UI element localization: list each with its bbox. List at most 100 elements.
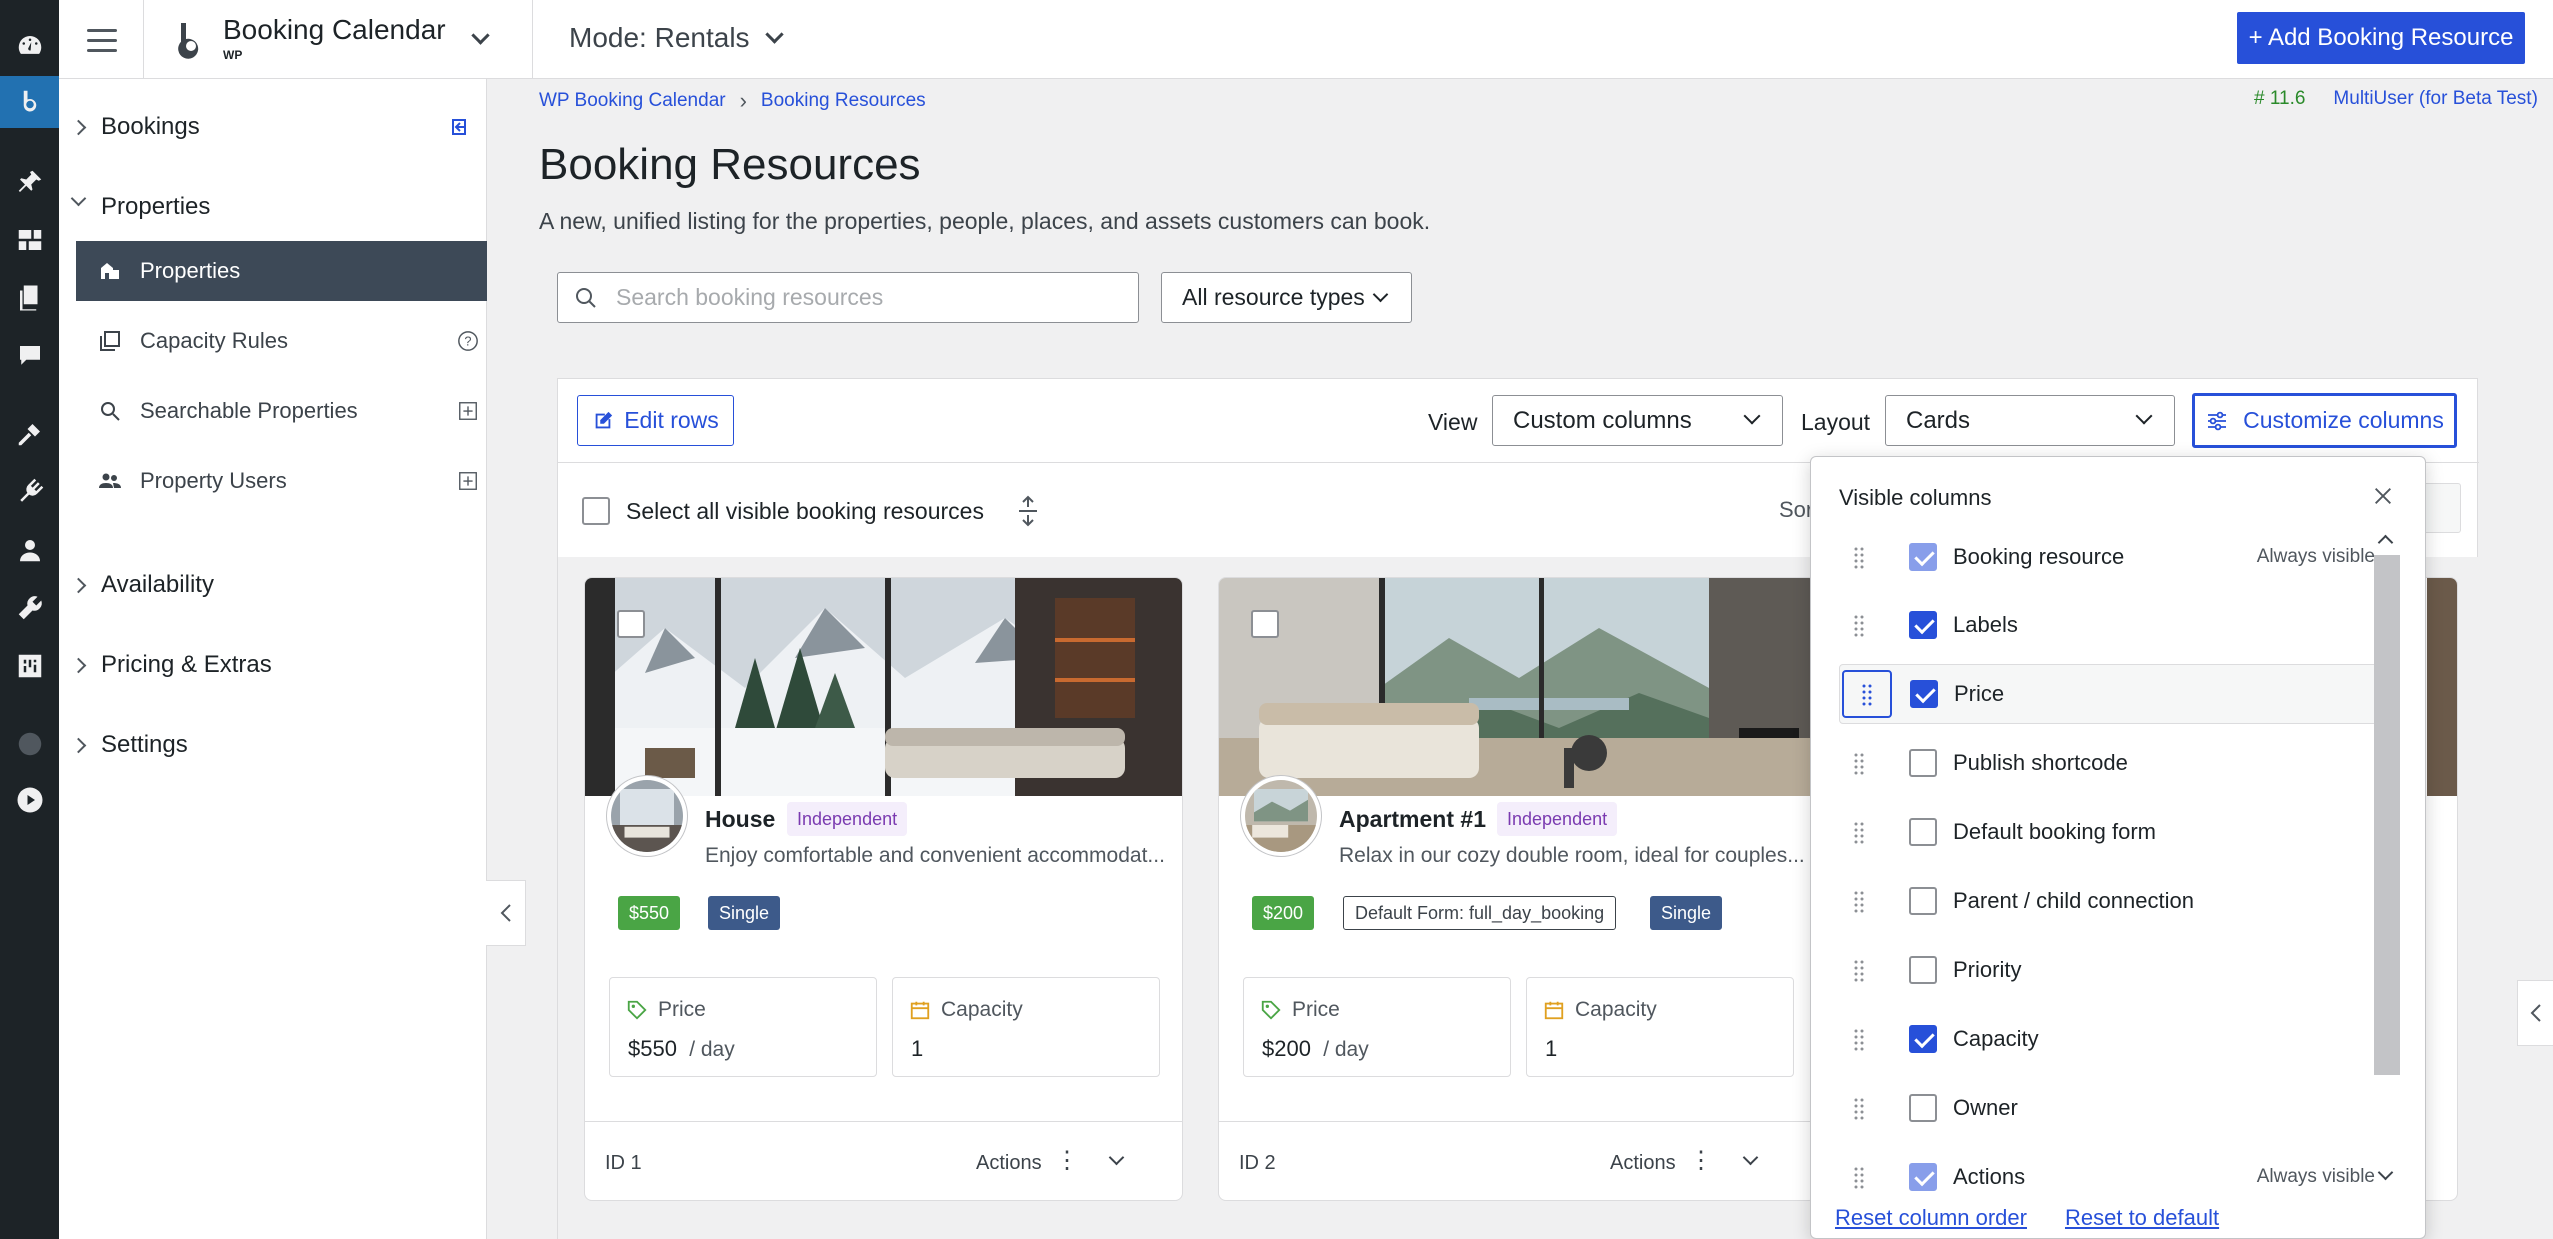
collapse-sidebar-tab[interactable] (486, 880, 526, 946)
select-all-row[interactable]: Select all visible booking resources (582, 495, 1040, 527)
add-booking-resource-button[interactable]: + Add Booking Resource (2237, 12, 2525, 64)
nav-group-properties[interactable]: Properties (59, 189, 487, 225)
nav-group-bookings[interactable]: Bookings (59, 109, 487, 145)
play-icon[interactable] (0, 774, 59, 826)
breadcrumb-current-link[interactable]: Booking Resources (761, 90, 926, 112)
nav-group-pricing[interactable]: Pricing & Extras (59, 647, 487, 683)
scroll-up-icon[interactable] (2377, 534, 2394, 551)
view-select[interactable]: Custom columns (1492, 395, 1783, 446)
column-row-price[interactable]: Price (1839, 664, 2381, 724)
price-stat-title: Price (1260, 998, 1340, 1022)
price-pill: $550 (618, 896, 681, 930)
help-icon[interactable]: ? (457, 330, 479, 352)
plugins-icon[interactable] (0, 466, 59, 518)
reset-to-default-link[interactable]: Reset to default (2065, 1205, 2219, 1231)
column-checkbox[interactable] (1909, 818, 1937, 846)
column-checkbox (1909, 543, 1937, 571)
chevron-down-icon[interactable] (1742, 1149, 1759, 1166)
drag-handle-icon[interactable] (1853, 1165, 1865, 1189)
customize-columns-button[interactable]: Customize columns (2192, 393, 2457, 448)
drag-handle-icon[interactable] (1853, 545, 1865, 569)
edit-rows-button[interactable]: Edit rows (577, 395, 734, 446)
select-all-checkbox[interactable] (582, 497, 610, 525)
resource-name[interactable]: House (705, 806, 775, 833)
more-actions-icon[interactable]: ⋮ (1689, 1146, 1713, 1175)
column-checkbox[interactable] (1909, 1094, 1937, 1122)
expand-rows-icon[interactable] (1016, 495, 1040, 527)
search-icon (101, 402, 120, 421)
dashboard-icon[interactable] (0, 20, 59, 72)
resource-name[interactable]: Apartment #1 (1339, 806, 1486, 833)
settings-admin-icon[interactable] (0, 640, 59, 692)
sidebar-item-label: Capacity Rules (140, 328, 288, 353)
collapse-sidebar-icon[interactable] (449, 115, 473, 139)
scroll-down-icon[interactable] (2377, 1164, 2394, 1181)
drag-handle-icon[interactable] (1853, 751, 1865, 775)
column-row-capacity[interactable]: Capacity (1839, 1009, 2381, 1069)
menu-toggle-icon[interactable] (59, 20, 119, 60)
layout-select[interactable]: Cards (1885, 395, 2175, 446)
scrollbar-thumb[interactable] (2374, 555, 2400, 1075)
search-input[interactable] (616, 284, 1096, 311)
brand[interactable]: Booking Calendar WP (171, 16, 490, 62)
media-icon[interactable] (0, 214, 59, 266)
card-select-checkbox[interactable] (1251, 610, 1279, 638)
column-checkbox[interactable] (1909, 887, 1937, 915)
sidebar-item-properties[interactable]: Properties (76, 241, 487, 301)
chevron-down-icon[interactable] (1108, 1149, 1125, 1166)
drag-handle-icon[interactable] (1853, 820, 1865, 844)
visible-columns-popover: Visible columns Booking resource Always … (1810, 456, 2426, 1239)
globe-icon[interactable] (0, 718, 59, 770)
edition-link[interactable]: MultiUser (for Beta Test) (2333, 88, 2537, 110)
more-actions-icon[interactable]: ⋮ (1055, 1146, 1079, 1175)
breadcrumb-root-link[interactable]: WP Booking Calendar (539, 90, 726, 112)
add-icon[interactable] (457, 470, 479, 492)
mode-selector[interactable]: Mode: Rentals (569, 22, 784, 54)
layout-value: Cards (1906, 406, 1971, 434)
card-select-checkbox[interactable] (617, 610, 645, 638)
drag-handle-icon[interactable] (1853, 1096, 1865, 1120)
drag-handle-icon[interactable] (1853, 613, 1865, 637)
column-row-priority[interactable]: Priority (1839, 940, 2381, 1000)
sidebar-item-capacity-rules[interactable]: Capacity Rules ? (76, 311, 487, 371)
column-name: Publish shortcode (1953, 750, 2128, 775)
resource-type-select[interactable]: All resource types (1161, 272, 1412, 323)
add-icon[interactable] (457, 400, 479, 422)
drag-handle-icon[interactable] (1853, 958, 1865, 982)
column-checkbox[interactable] (1909, 611, 1937, 639)
drag-handle-icon[interactable] (1853, 889, 1865, 913)
users-admin-icon[interactable] (0, 524, 59, 576)
booking-calendar-icon[interactable] (0, 76, 59, 128)
popover-scrollbar[interactable] (2374, 529, 2400, 1189)
chevron-down-icon (1372, 286, 1389, 303)
column-checkbox[interactable] (1909, 749, 1937, 777)
column-row-parent-child[interactable]: Parent / child connection (1839, 871, 2381, 931)
search-box[interactable] (557, 272, 1139, 323)
pin-icon[interactable] (0, 156, 59, 208)
column-checkbox[interactable] (1909, 956, 1937, 984)
appearance-icon[interactable] (0, 408, 59, 460)
actions-label[interactable]: Actions (976, 1152, 1042, 1175)
column-row-publish-shortcode[interactable]: Publish shortcode (1839, 733, 2381, 793)
nav-group-settings[interactable]: Settings (59, 727, 487, 763)
open-right-panel-tab[interactable] (2517, 980, 2553, 1046)
sort-label[interactable]: Sor (1779, 497, 1813, 523)
close-icon[interactable] (2372, 485, 2394, 507)
column-row-default-booking-form[interactable]: Default booking form (1839, 802, 2381, 862)
column-checkbox[interactable] (1910, 680, 1938, 708)
column-checkbox[interactable] (1909, 1025, 1937, 1053)
sidebar-item-property-users[interactable]: Property Users (76, 451, 487, 511)
drag-handle-icon[interactable] (1842, 670, 1892, 718)
nav-group-availability[interactable]: Availability (59, 567, 487, 603)
drag-handle-icon[interactable] (1853, 1027, 1865, 1051)
sidebar-item-searchable-properties[interactable]: Searchable Properties (76, 381, 487, 441)
select-all-label: Select all visible booking resources (626, 497, 984, 524)
actions-label[interactable]: Actions (1610, 1152, 1676, 1175)
comments-icon[interactable] (0, 330, 59, 382)
column-row-labels[interactable]: Labels (1839, 595, 2381, 655)
reset-column-order-link[interactable]: Reset column order (1835, 1205, 2027, 1231)
tools-icon[interactable] (0, 582, 59, 634)
resource-description: Enjoy comfortable and convenient accommo… (705, 844, 1165, 867)
pages-icon[interactable] (0, 272, 59, 324)
column-row-owner[interactable]: Owner (1839, 1078, 2381, 1138)
